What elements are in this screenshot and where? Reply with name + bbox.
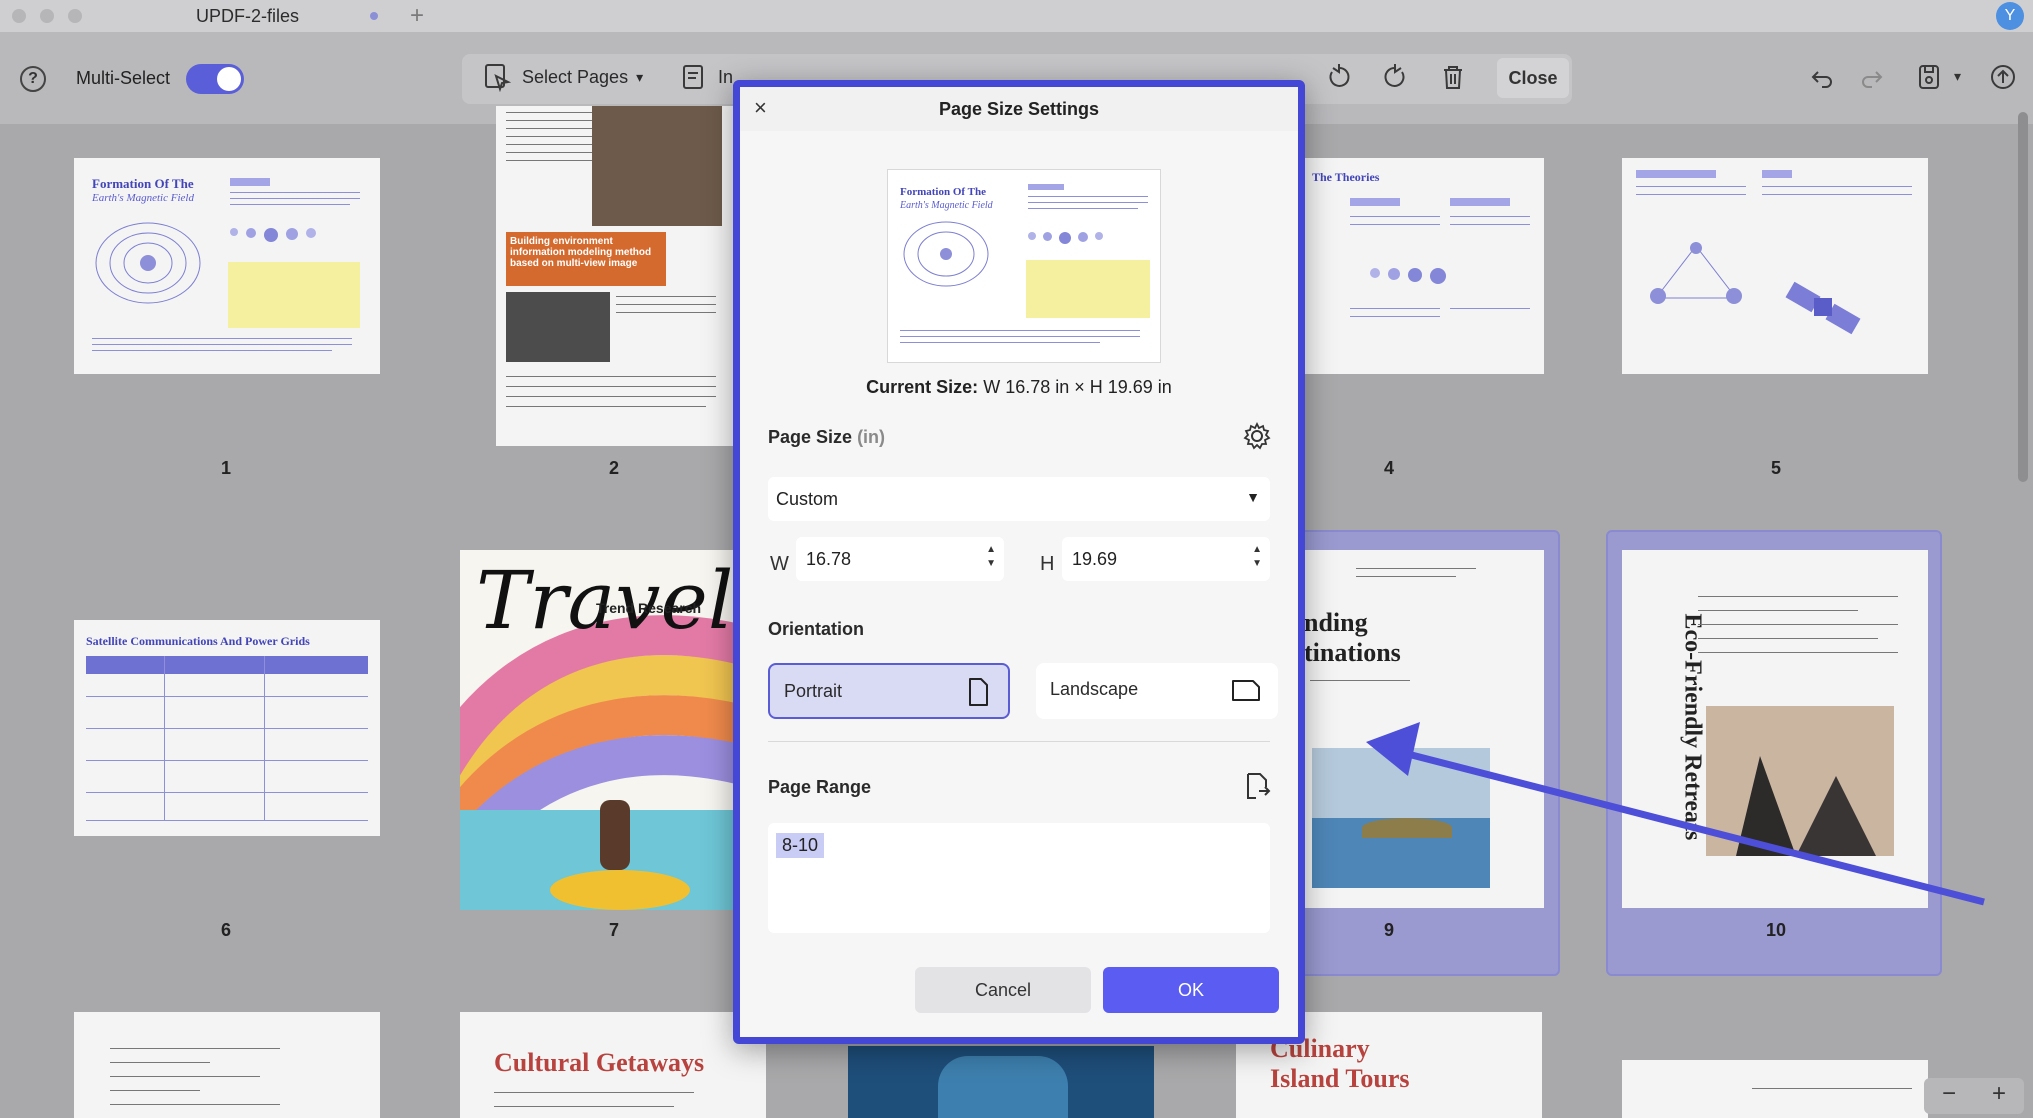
page-size-settings-dialog: × Page Size Settings Formation Of The Ea… <box>733 80 1305 1044</box>
page-preview: Formation Of The Earth's Magnetic Field <box>887 169 1161 363</box>
width-value: 16.78 <box>806 549 852 569</box>
page-range-icon[interactable] <box>1242 771 1272 801</box>
portrait-label: Portrait <box>784 681 843 701</box>
preview-subtitle: Earth's Magnetic Field <box>900 200 993 211</box>
page-size-select[interactable]: Custom ▼ <box>768 477 1270 521</box>
chevron-down-icon: ▼ <box>1246 489 1260 505</box>
dialog-header: × Page Size Settings <box>740 87 1298 131</box>
orientation-label: Orientation <box>768 619 865 639</box>
preview-title: Formation Of The <box>900 186 986 198</box>
current-size-text: Current Size: W 16.78 in × H 19.69 in <box>740 377 1298 398</box>
current-size-value: W 16.78 in × H 19.69 in <box>983 377 1172 397</box>
page-range-input[interactable]: 8-10 <box>768 823 1270 933</box>
page-size-select-value: Custom <box>776 489 839 509</box>
page-range-value: 8-10 <box>776 833 825 858</box>
dialog-title: Page Size Settings <box>938 99 1100 119</box>
landscape-option[interactable]: Landscape <box>1036 663 1278 719</box>
width-label: W <box>770 553 789 575</box>
cancel-button[interactable]: Cancel <box>915 967 1091 1013</box>
page-size-unit: (in) <box>857 427 886 447</box>
landscape-label: Landscape <box>1050 679 1139 699</box>
height-label: H <box>1040 553 1055 575</box>
dialog-divider <box>768 741 1270 742</box>
height-stepper[interactable]: ▲ ▼ <box>1252 543 1262 571</box>
landscape-icon <box>1232 680 1260 701</box>
height-value: 19.69 <box>1072 549 1118 569</box>
preview-diagram <box>903 221 989 287</box>
width-stepper[interactable]: ▲ ▼ <box>986 543 996 571</box>
width-input[interactable]: 16.78 ▲ ▼ <box>796 537 1004 581</box>
ok-button[interactable]: OK <box>1103 967 1279 1013</box>
page-range-label: Page Range <box>768 777 872 797</box>
portrait-option[interactable]: Portrait <box>768 663 1010 719</box>
page-size-label: Page Size <box>768 427 853 447</box>
preview-highlight <box>1026 260 1150 318</box>
gear-icon[interactable] <box>1242 421 1272 451</box>
portrait-icon <box>969 678 988 706</box>
page-size-heading: Page Size (in) <box>768 427 885 448</box>
current-size-label: Current Size: <box>866 377 979 397</box>
height-input[interactable]: 19.69 ▲ ▼ <box>1062 537 1270 581</box>
